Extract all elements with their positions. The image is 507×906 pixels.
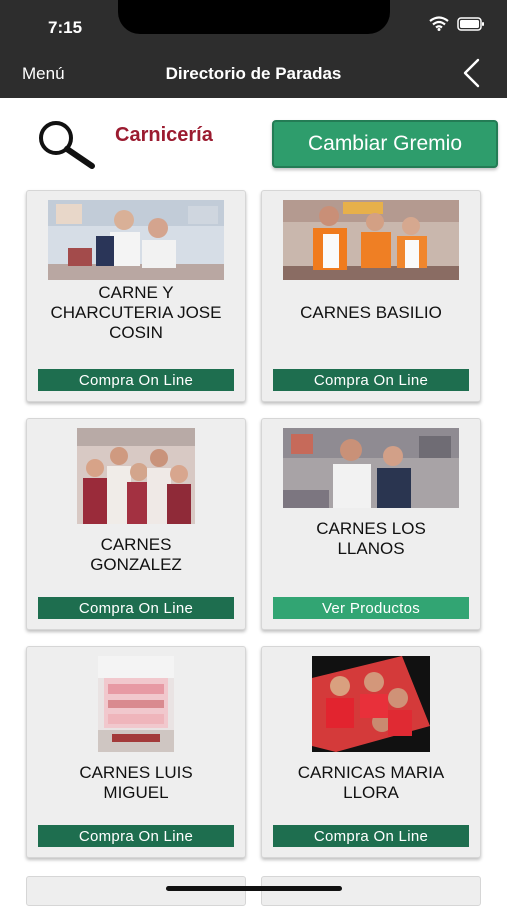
back-button[interactable] bbox=[461, 58, 481, 93]
stall-name: CARNES LUIS MIGUEL bbox=[79, 763, 193, 802]
stall-photo bbox=[312, 656, 430, 752]
stall-card[interactable] bbox=[26, 876, 246, 906]
stall-card[interactable] bbox=[261, 876, 481, 906]
stall-photo bbox=[77, 428, 195, 524]
status-icons bbox=[429, 16, 485, 31]
chevron-left-icon bbox=[463, 58, 480, 88]
stall-name: CARNES BASILIO bbox=[300, 303, 442, 322]
buy-online-button[interactable]: Compra On Line bbox=[273, 369, 469, 391]
buy-online-button[interactable]: Compra On Line bbox=[38, 825, 234, 847]
buy-online-button[interactable]: Compra On Line bbox=[38, 597, 234, 619]
battery-icon bbox=[457, 16, 484, 31]
stall-photo bbox=[283, 428, 459, 508]
notch bbox=[118, 0, 390, 34]
stall-name: CARNE Y CHARCUTERIA JOSE COSIN bbox=[50, 283, 222, 342]
home-indicator[interactable] bbox=[166, 886, 342, 891]
stall-photo bbox=[283, 200, 459, 280]
navigation-bar: Menú Directorio de Paradas bbox=[0, 50, 507, 98]
stall-card[interactable]: CARNES GONZALEZ Compra On Line bbox=[26, 418, 246, 630]
buy-online-button[interactable]: Compra On Line bbox=[273, 825, 469, 847]
change-guild-button[interactable]: Cambiar Gremio bbox=[272, 120, 498, 168]
stall-name: CARNICAS MARIA LLORA bbox=[297, 763, 445, 802]
status-time: 7:15 bbox=[48, 18, 83, 37]
view-products-button[interactable]: Ver Productos bbox=[273, 597, 469, 619]
stall-name: CARNES LOS LLANOS bbox=[316, 519, 426, 558]
stall-photo bbox=[48, 200, 224, 280]
stall-card[interactable]: CARNICAS MARIA LLORA Compra On Line bbox=[261, 646, 481, 858]
page-title: Directorio de Paradas bbox=[165, 64, 342, 83]
stall-photo bbox=[98, 656, 174, 752]
guild-filter: Carnicería Cambiar Gremio bbox=[0, 98, 507, 188]
buy-online-button[interactable]: Compra On Line bbox=[38, 369, 234, 391]
stall-card[interactable]: CARNES LUIS MIGUEL Compra On Line bbox=[26, 646, 246, 858]
wifi-icon bbox=[429, 16, 449, 31]
status-bar: 7:15 bbox=[0, 0, 507, 50]
stall-card[interactable]: CARNES LOS LLANOS Ver Productos bbox=[261, 418, 481, 630]
stall-card[interactable]: CARNES BASILIO Compra On Line bbox=[261, 190, 481, 402]
stall-name: CARNES GONZALEZ bbox=[90, 535, 182, 574]
search-icon[interactable] bbox=[34, 118, 96, 175]
selected-guild: Carnicería bbox=[115, 124, 213, 146]
stall-card[interactable]: CARNE Y CHARCUTERIA JOSE COSIN Compra On… bbox=[26, 190, 246, 402]
